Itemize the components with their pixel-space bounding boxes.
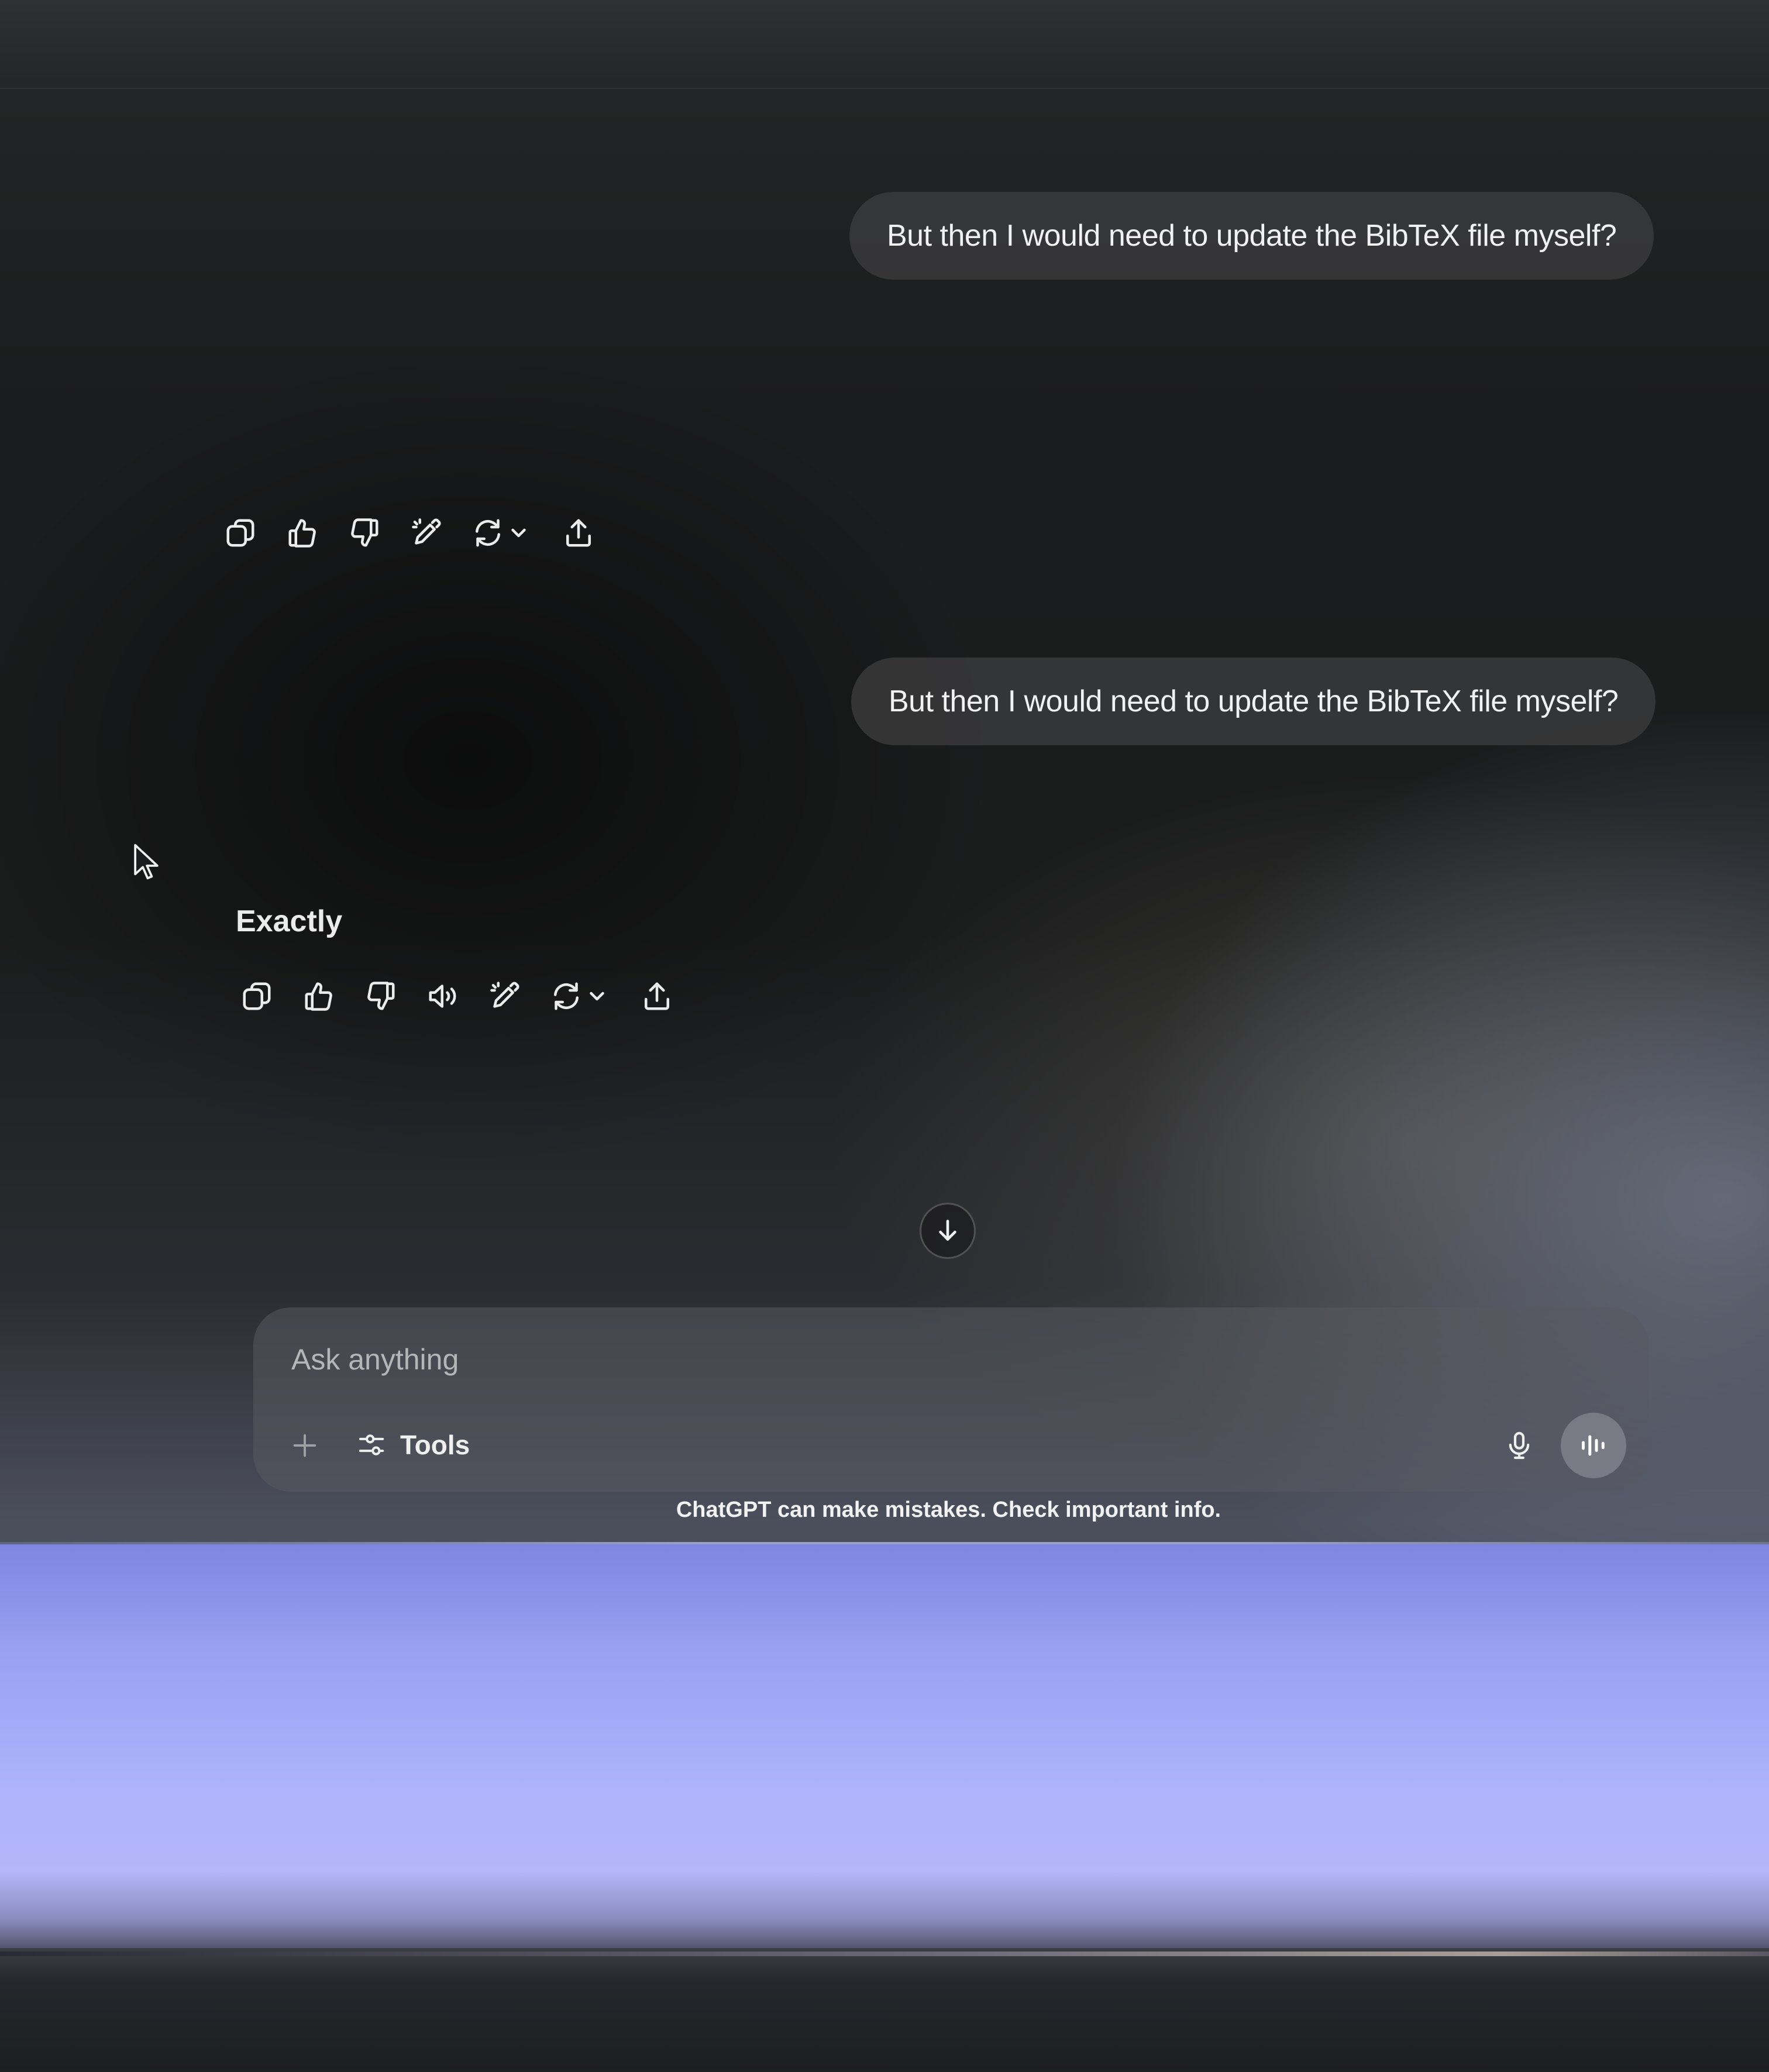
mouse-cursor-icon: [134, 844, 159, 880]
edit-icon[interactable]: [487, 978, 523, 1014]
bezel-edge: [0, 1951, 1769, 1956]
message-actions: [239, 978, 675, 1014]
thumbs-down-icon[interactable]: [346, 515, 383, 551]
bezel-glow: [0, 1544, 1769, 1954]
user-message: But then I would need to update the BibT…: [851, 658, 1656, 745]
bezel-bottom: [0, 1948, 1769, 2072]
header-divider: [0, 88, 1769, 89]
thumbs-up-icon[interactable]: [284, 515, 321, 551]
user-message: But then I would need to update the BibT…: [849, 192, 1654, 280]
message-actions: [222, 515, 597, 551]
prompt-input[interactable]: [291, 1343, 1344, 1376]
disclaimer-text: ChatGPT can make mistakes. Check importa…: [676, 1498, 1221, 1522]
thumbs-up-icon[interactable]: [301, 978, 337, 1014]
copy-icon[interactable]: [222, 515, 259, 551]
thumbs-down-icon[interactable]: [363, 978, 399, 1014]
regenerate-icon[interactable]: [549, 978, 613, 1014]
arrow-down-icon: [939, 1220, 956, 1241]
share-icon[interactable]: [639, 978, 675, 1014]
regenerate-icon[interactable]: [470, 515, 535, 551]
sliders-icon: [359, 1434, 384, 1455]
voice-waveform-icon: [1582, 1435, 1605, 1456]
tools-label: Tools: [400, 1430, 470, 1460]
copy-icon[interactable]: [239, 978, 275, 1014]
add-attachment-button[interactable]: [287, 1428, 322, 1463]
read-aloud-icon[interactable]: [425, 978, 461, 1014]
scroll-to-bottom-button[interactable]: [920, 1203, 976, 1259]
assistant-message: Exactly: [236, 904, 343, 938]
tools-button[interactable]: Tools: [356, 1424, 470, 1465]
dictate-button[interactable]: [1498, 1424, 1540, 1467]
chat-screen: But then I would need to update the BibT…: [0, 0, 1769, 1544]
edit-icon[interactable]: [408, 515, 445, 551]
voice-mode-button[interactable]: [1561, 1413, 1626, 1478]
microphone-icon: [1509, 1431, 1530, 1460]
message-composer: Tools: [253, 1307, 1648, 1492]
share-icon[interactable]: [560, 515, 597, 551]
plus-icon: [293, 1434, 316, 1457]
